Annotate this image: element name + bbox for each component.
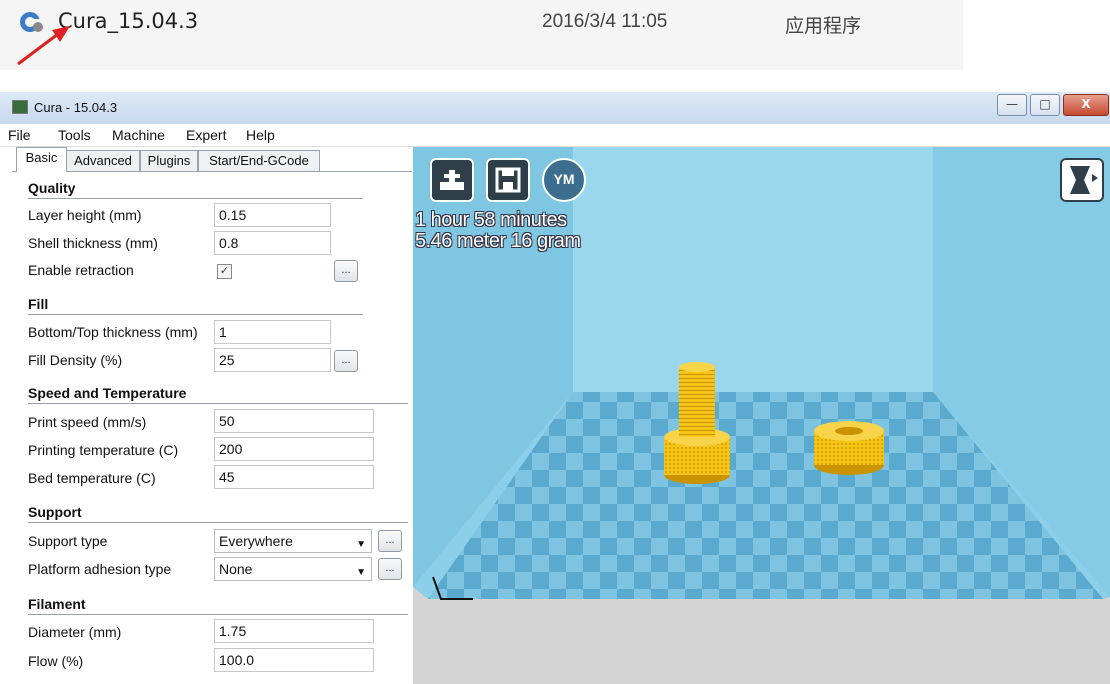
section-divider xyxy=(28,403,408,404)
section-quality: Quality xyxy=(28,180,76,196)
menu-file[interactable]: File xyxy=(8,127,31,143)
print-estimate: 1 hour 58 minutes 5.46 meter 16 gram xyxy=(415,210,581,252)
bed-temperature-input[interactable]: 45 xyxy=(214,465,374,489)
shell-thickness-label: Shell thickness (mm) xyxy=(28,235,158,251)
fill-density-settings-button[interactable]: ... xyxy=(334,350,358,372)
diameter-input[interactable]: 1.75 xyxy=(214,619,374,643)
platform-adhesion-select[interactable]: None ▼ xyxy=(214,557,372,581)
tab-start-end-gcode[interactable]: Start/End-GCode xyxy=(198,150,320,171)
section-divider xyxy=(28,198,363,199)
section-filament: Filament xyxy=(28,596,86,612)
file-type: 应用程序 xyxy=(785,15,862,37)
layer-height-input[interactable]: 0.15 xyxy=(214,203,331,227)
ym-account-icon[interactable]: YM xyxy=(542,158,586,202)
explorer-file-row[interactable]: Cura_15.04.3 2016/3/4 11:05 应用程序 xyxy=(0,0,963,70)
dropdown-arrow-icon: ▼ xyxy=(356,567,366,578)
print-speed-label: Print speed (mm/s) xyxy=(28,414,147,430)
minimize-button[interactable]: — xyxy=(997,94,1027,116)
window-app-icon xyxy=(12,100,28,114)
material-usage-text: 5.46 meter 16 gram xyxy=(415,230,581,252)
section-divider xyxy=(28,522,408,523)
fill-density-label: Fill Density (%) xyxy=(28,352,123,368)
diameter-label: Diameter (mm) xyxy=(28,624,122,640)
section-divider xyxy=(28,614,408,615)
dropdown-arrow-icon: ▼ xyxy=(356,539,366,550)
ym-label: YM xyxy=(553,171,575,187)
flow-label: Flow (%) xyxy=(28,653,84,669)
close-button[interactable]: X xyxy=(1063,94,1109,116)
enable-retraction-label: Enable retraction xyxy=(28,262,134,278)
platform-adhesion-label: Platform adhesion type xyxy=(28,561,172,577)
bottom-top-thickness-label: Bottom/Top thickness (mm) xyxy=(28,324,198,340)
support-settings-button[interactable]: ... xyxy=(378,530,402,552)
menu-tools[interactable]: Tools xyxy=(58,127,91,143)
print-time-text: 1 hour 58 minutes xyxy=(415,209,567,231)
print-speed-input[interactable]: 50 xyxy=(214,409,374,433)
maximize-button[interactable]: □ xyxy=(1030,94,1060,116)
menu-bar: File Tools Machine Expert Help xyxy=(0,124,1110,147)
section-divider xyxy=(28,314,363,315)
load-model-icon[interactable] xyxy=(430,158,474,202)
section-speed-temperature: Speed and Temperature xyxy=(28,385,187,401)
bed-temperature-label: Bed temperature (C) xyxy=(28,470,156,486)
window-titlebar[interactable]: Cura - 15.04.3 — □ X xyxy=(0,92,1110,124)
shell-thickness-input[interactable]: 0.8 xyxy=(214,231,331,255)
3d-viewport[interactable]: YM 1 hour 58 minutes 5.46 meter 16 gram xyxy=(413,147,1110,684)
menu-expert[interactable]: Expert xyxy=(186,127,226,143)
platform-adhesion-value: None xyxy=(219,561,253,577)
red-arrow-annotation xyxy=(17,26,70,66)
tab-basic[interactable]: Basic xyxy=(16,147,67,172)
view-mode-icon[interactable] xyxy=(1060,158,1104,202)
fill-density-input[interactable]: 25 xyxy=(214,348,331,372)
cura-window: Cura - 15.04.3 — □ X File Tools Machine … xyxy=(0,92,1110,684)
support-type-label: Support type xyxy=(28,533,108,549)
save-toolpath-icon[interactable] xyxy=(486,158,530,202)
section-support: Support xyxy=(28,504,82,520)
support-type-select[interactable]: Everywhere ▼ xyxy=(214,529,372,553)
bottom-top-thickness-input[interactable]: 1 xyxy=(214,320,331,344)
printing-temperature-input[interactable]: 200 xyxy=(214,437,374,461)
menu-machine[interactable]: Machine xyxy=(112,127,165,143)
file-date-modified: 2016/3/4 11:05 xyxy=(542,11,668,32)
retraction-settings-button[interactable]: ... xyxy=(334,260,358,282)
flow-input[interactable]: 100.0 xyxy=(214,648,374,672)
nut-model xyxy=(814,421,884,475)
printing-temperature-label: Printing temperature (C) xyxy=(28,442,179,458)
layer-height-label: Layer height (mm) xyxy=(28,207,142,223)
section-fill: Fill xyxy=(28,296,49,312)
tab-plugins[interactable]: Plugins xyxy=(140,150,198,171)
settings-tabs: Basic Advanced Plugins Start/End-GCode xyxy=(12,147,412,172)
adhesion-settings-button[interactable]: ... xyxy=(378,558,402,580)
tab-advanced[interactable]: Advanced xyxy=(66,150,140,171)
window-title: Cura - 15.04.3 xyxy=(34,100,118,115)
enable-retraction-checkbox[interactable]: ✓ xyxy=(217,264,232,279)
menu-help[interactable]: Help xyxy=(246,127,275,143)
settings-panel: Basic Advanced Plugins Start/End-GCode Q… xyxy=(12,147,412,684)
support-type-value: Everywhere xyxy=(219,533,293,549)
